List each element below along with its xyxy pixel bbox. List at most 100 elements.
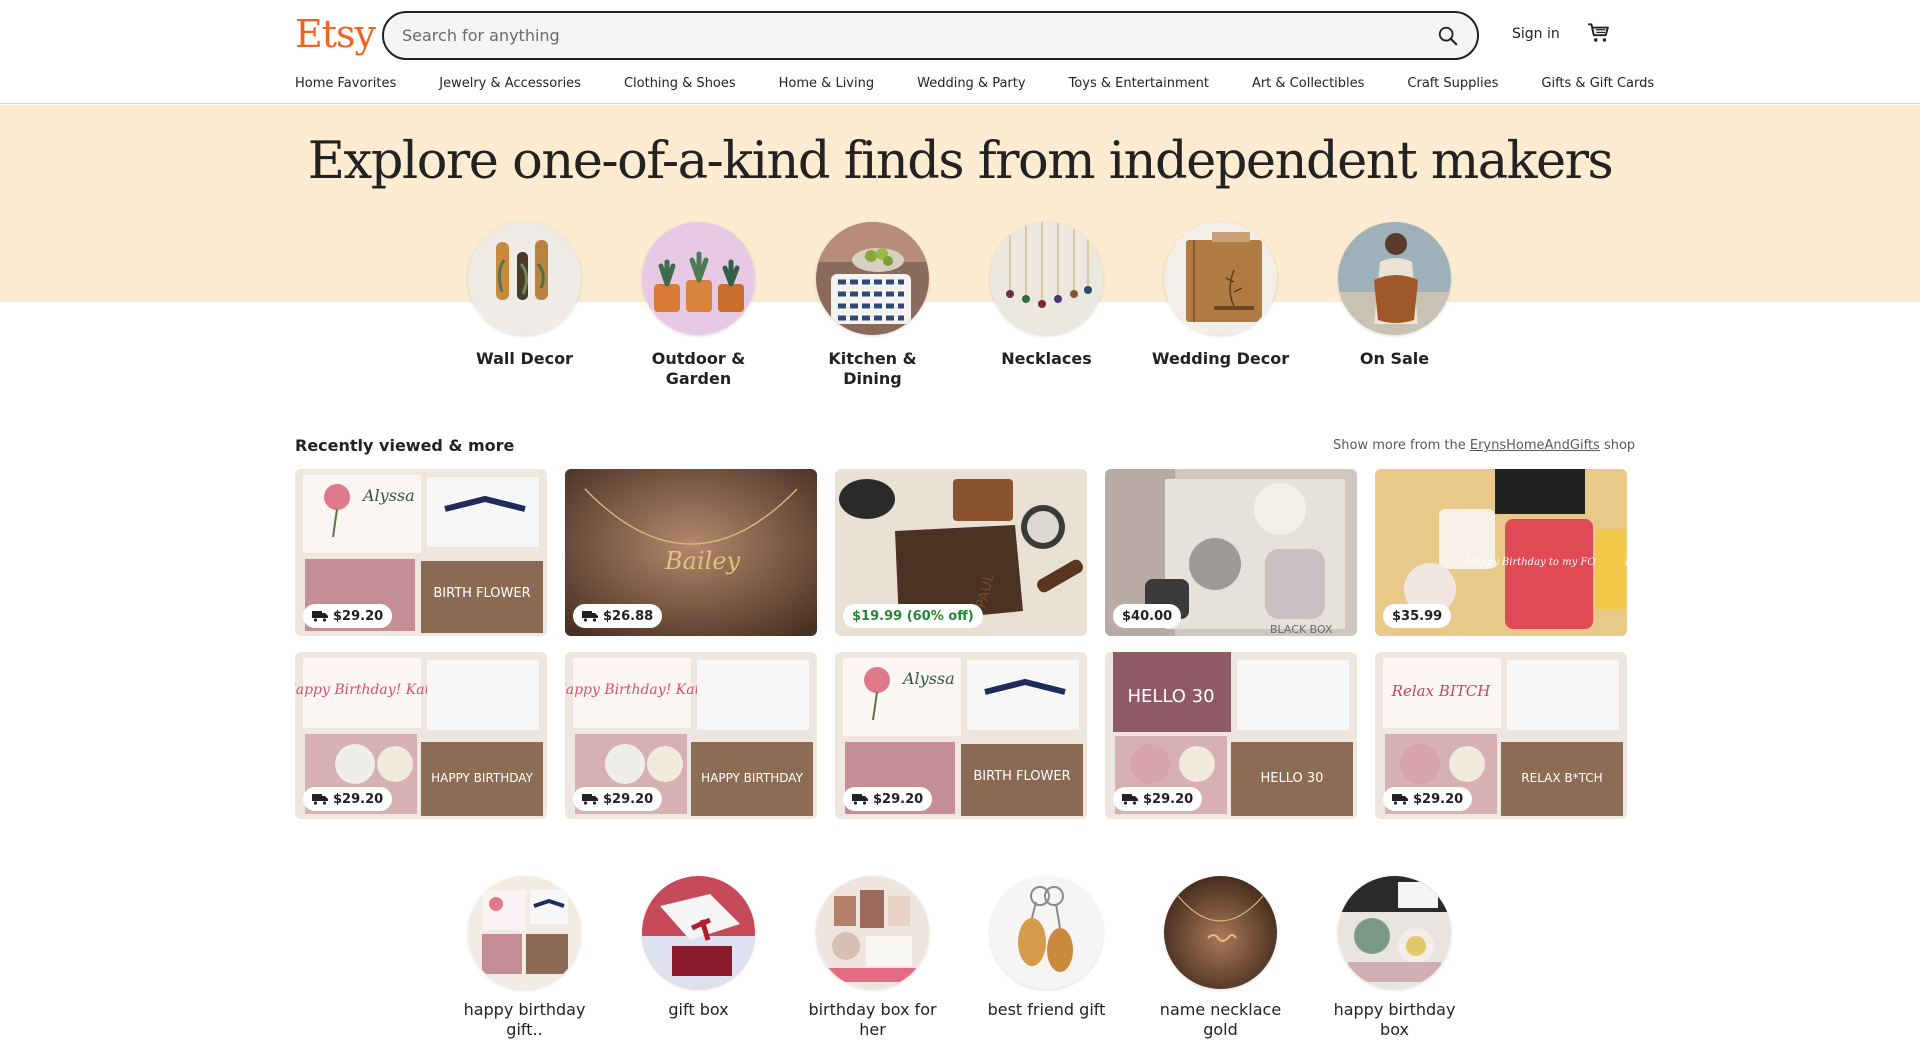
hero-title: Explore one-of-a-kind finds from indepen… <box>307 132 1614 191</box>
free-shipping-truck-icon <box>582 610 598 622</box>
category-outdoor-garden[interactable]: Outdoor & Garden <box>642 222 755 389</box>
listing-name-text: Happy Birthday! Kate <box>565 682 708 698</box>
price-text: $35.99 <box>1392 608 1443 624</box>
listing-name-text: Relax BITCH <box>1391 682 1492 700</box>
listing-card[interactable]: Alyssa BIRTH FLOWER $29.20 <box>295 469 547 636</box>
sign-in-link[interactable]: Sign in <box>1512 26 1560 42</box>
show-more-from-shop: Show more from the ErynsHomeAndGifts sho… <box>1333 438 1635 453</box>
price-badge: $26.88 <box>573 604 663 628</box>
category-on-sale[interactable]: On Sale <box>1338 222 1451 389</box>
search-suggestion-birthday-box-for-her[interactable]: birthday box for her <box>808 876 937 1040</box>
listing-card[interactable]: Happy Birthday! Kate HAPPY BIRTHDAY $29.2… <box>565 652 817 819</box>
category-label: Wall Decor <box>476 349 573 368</box>
nav-wedding-party[interactable]: Wedding & Party <box>917 76 1025 91</box>
search-icon <box>1437 25 1459 47</box>
listing-card[interactable]: Bailey $26.88 <box>565 469 817 636</box>
listing-name-text: Happy Birthday! Kate <box>295 682 438 698</box>
listing-card[interactable]: Alyssa BIRTH FLOWER $29.20 <box>835 652 1087 819</box>
price-badge: $29.20 <box>1383 787 1473 811</box>
listing-card[interactable]: Relax BITCH RELAX B*TCH $29.20 <box>1375 652 1627 819</box>
category-necklaces[interactable]: Necklaces <box>990 222 1103 389</box>
category-image <box>990 222 1103 335</box>
search-suggestion-best-friend-gift[interactable]: best friend gift <box>988 876 1105 1040</box>
search-suggestion-image <box>816 876 929 989</box>
free-shipping-truck-icon <box>1122 793 1138 805</box>
category-label: On Sale <box>1359 349 1430 368</box>
category-image <box>468 222 581 335</box>
listing-card[interactable]: BLACK BOX $40.00 <box>1105 469 1357 636</box>
listing-box-text: HELLO 30 <box>1261 771 1324 786</box>
search-suggestion-image <box>642 876 755 989</box>
price-text: $26.88 <box>603 608 654 624</box>
listing-name-text: Bailey <box>664 547 741 575</box>
search-suggestion-happy-birthday-box[interactable]: happy birthday box <box>1334 876 1455 1040</box>
search-suggestion-gift-box[interactable]: gift box <box>642 876 755 1040</box>
listing-box-text: HAPPY BIRTHDAY <box>431 771 533 785</box>
nav-clothing-shoes[interactable]: Clothing & Shoes <box>624 76 736 91</box>
search-bar[interactable] <box>382 11 1479 60</box>
search-suggestion-label: name necklace gold <box>1159 1000 1282 1039</box>
price-text: $29.20 <box>333 791 384 807</box>
nav-art-collectibles[interactable]: Art & Collectibles <box>1252 76 1364 91</box>
listing-name-text: BLACK BOX <box>1270 623 1333 636</box>
free-shipping-truck-icon <box>582 793 598 805</box>
show-more-suffix: shop <box>1599 438 1636 453</box>
price-text: $29.20 <box>873 791 924 807</box>
price-text: $29.20 <box>603 791 654 807</box>
nav-toys-entertainment[interactable]: Toys & Entertainment <box>1069 76 1209 91</box>
search-suggestion-label: gift box <box>668 1000 729 1019</box>
search-suggestion-image <box>1338 876 1451 989</box>
shop-link[interactable]: ErynsHomeAndGifts <box>1470 438 1600 453</box>
recently-viewed-title: Recently viewed & more <box>295 436 515 455</box>
category-image <box>1338 222 1451 335</box>
category-image <box>816 222 929 335</box>
listing-name-text: HELLO 30 <box>1127 686 1214 707</box>
category-image <box>642 222 755 335</box>
show-more-prefix: Show more from the <box>1333 438 1470 453</box>
search-input[interactable] <box>402 13 1382 58</box>
search-suggestion-label: best friend gift <box>987 1000 1106 1019</box>
category-label: Necklaces <box>1001 349 1092 368</box>
price-text: $29.20 <box>1143 791 1194 807</box>
search-suggestion-label: birthday box for her <box>808 1000 937 1039</box>
nav-jewelry-accessories[interactable]: Jewelry & Accessories <box>439 76 581 91</box>
listing-card[interactable]: PAUL $19.99 (60% off) <box>835 469 1087 636</box>
free-shipping-truck-icon <box>852 793 868 805</box>
search-suggestion-name-necklace-gold[interactable]: name necklace gold <box>1160 876 1281 1040</box>
listing-name-text: Alyssa <box>901 669 955 688</box>
listing-box-text: RELAX B*TCH <box>1521 771 1602 785</box>
listing-card[interactable]: Happy Birthday to my FOREVER $35.99 <box>1375 469 1627 636</box>
search-suggestion-happy-birthday-gift[interactable]: happy birthday gift.. <box>464 876 585 1040</box>
category-image <box>1164 222 1277 335</box>
nav-gifts-gift-cards[interactable]: Gifts & Gift Cards <box>1541 76 1654 91</box>
price-text: $29.20 <box>333 608 384 624</box>
price-badge: $29.20 <box>303 787 393 811</box>
etsy-logo[interactable]: Etsy <box>295 12 376 56</box>
category-label: Kitchen & Dining <box>828 349 917 388</box>
nav-home-living[interactable]: Home & Living <box>779 76 874 91</box>
price-badge: $29.20 <box>1113 787 1203 811</box>
listing-box-text: BIRTH FLOWER <box>433 586 530 601</box>
nav-home-favorites[interactable]: Home Favorites <box>295 76 396 91</box>
search-suggestion-image <box>990 876 1103 989</box>
category-circles: Wall Decor Outdoor & Garden Kitchen & Di… <box>468 222 1451 389</box>
category-nav: Home Favorites Jewelry & Accessories Clo… <box>295 76 1654 91</box>
search-suggestion-image <box>468 876 581 989</box>
listing-card[interactable]: HELLO 30 HELLO 30 $29.20 <box>1105 652 1357 819</box>
category-kitchen-dining[interactable]: Kitchen & Dining <box>816 222 929 389</box>
nav-craft-supplies[interactable]: Craft Supplies <box>1407 76 1498 91</box>
site-header: Etsy Sign in Home Favorites Jewelry & Ac… <box>0 0 1920 104</box>
popular-searches: happy birthday gift.. gift box birthday … <box>464 876 1455 1040</box>
price-badge: $35.99 <box>1383 604 1452 628</box>
search-suggestion-image <box>1164 876 1277 989</box>
cart-button[interactable] <box>1586 20 1614 48</box>
category-wall-decor[interactable]: Wall Decor <box>468 222 581 389</box>
price-badge: $29.20 <box>843 787 933 811</box>
search-button[interactable] <box>1429 17 1467 55</box>
category-wedding-decor[interactable]: Wedding Decor <box>1152 222 1289 389</box>
price-text: $29.20 <box>1413 791 1464 807</box>
price-text: $40.00 <box>1122 608 1173 624</box>
listing-card[interactable]: Happy Birthday! Kate HAPPY BIRTHDAY $29.2… <box>295 652 547 819</box>
search-suggestion-label: happy birthday gift.. <box>463 1000 586 1039</box>
category-label: Outdoor & Garden <box>651 349 746 388</box>
